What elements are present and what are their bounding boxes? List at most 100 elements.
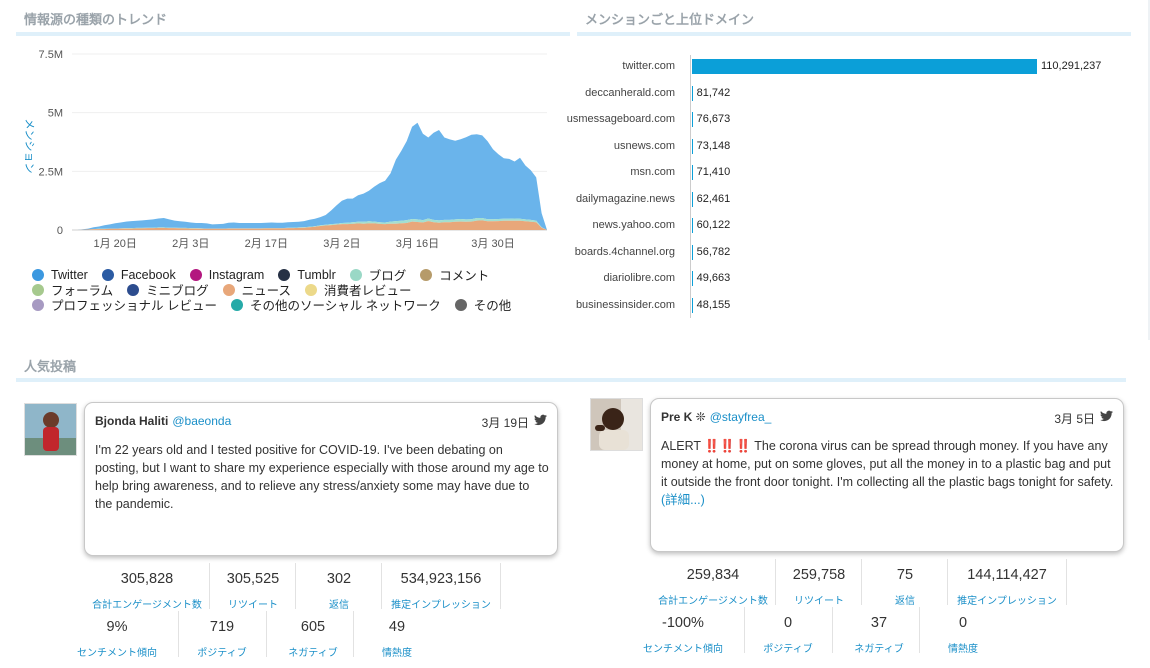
post-handle-link[interactable]: @stayfrea_: [710, 410, 772, 424]
domain-value-label: 48,155: [696, 298, 731, 311]
legend-item[interactable]: コメント: [420, 265, 489, 284]
domain-bar[interactable]: [692, 271, 693, 286]
post-stat-divider: [919, 607, 920, 653]
domain-row[interactable]: boards.4channel.org 56,782: [575, 240, 1135, 266]
domain-bar[interactable]: [692, 244, 693, 260]
domain-name: boards.4channel.org: [574, 245, 675, 258]
trend-panel-title: 情報源の種類のトレンド: [24, 12, 168, 27]
post-handle-link[interactable]: @baeonda: [172, 414, 231, 428]
domain-row[interactable]: usmessageboard.com 76,673: [567, 107, 1135, 133]
domain-bar[interactable]: [692, 165, 693, 180]
domain-bar[interactable]: [692, 138, 693, 154]
legend-item[interactable]: その他: [454, 295, 512, 314]
domains-panel-rule: [577, 32, 1131, 36]
domain-name: msn.com: [630, 166, 675, 178]
domain-bar[interactable]: [692, 85, 693, 101]
post-card[interactable]: Bjonda Haliti @baeonda 3月 19日 I'm 22 year…: [84, 402, 558, 556]
trend-x-tick-label: 2月 3日: [172, 238, 209, 250]
legend-dot-icon: [305, 283, 318, 296]
post-stat-divider: [947, 559, 948, 605]
post-stat-divider: [775, 559, 776, 605]
post-author: Bjonda Haliti @baeonda: [95, 414, 231, 428]
domain-row[interactable]: twitter.com 110,291,237: [575, 54, 1135, 80]
legend-row: プロフェッショナル レビュー その他のソーシャル ネットワーク その他: [32, 295, 552, 314]
legend-item[interactable]: その他のソーシャル ネットワーク: [230, 295, 441, 314]
legend-item[interactable]: プロフェッショナル レビュー: [32, 295, 217, 314]
legend-dot-icon: [278, 268, 291, 281]
post-stat-value: -100%: [662, 615, 704, 631]
post-stat-label: 合計エンゲージメント数: [658, 596, 768, 607]
domain-value-label: 76,673: [696, 113, 731, 125]
domain-row[interactable]: diariolibre.com 49,663: [575, 266, 1135, 292]
posts-panel-title: 人気投稿: [24, 359, 77, 374]
trend-series-Twitter[interactable]: [72, 122, 547, 230]
legend-dot-icon: [32, 298, 44, 311]
legend-label: その他: [473, 299, 512, 313]
post-date: 3月 19日: [481, 416, 529, 430]
post-stat-value: 9%: [106, 619, 128, 635]
post-stat: 144,114,427 推定インプレッション: [947, 567, 1067, 607]
domain-bar[interactable]: [692, 112, 693, 127]
post-stat-divider: [832, 607, 833, 653]
domain-row[interactable]: news.yahoo.com 60,122: [575, 213, 1135, 239]
domain-value-label: 73,148: [696, 139, 731, 152]
domain-row[interactable]: usnews.com 73,148: [575, 134, 1135, 160]
trend-y-tick-label: 7.5M: [39, 49, 63, 61]
trend-x-tick-label: 2月 17日: [245, 238, 288, 250]
post-author: Pre K ❊ @stayfrea_: [661, 410, 771, 424]
domain-bar[interactable]: [692, 191, 693, 207]
domain-name: usmessageboard.com: [566, 113, 675, 125]
legend-dot-icon: [32, 268, 44, 281]
trend-legend: Twitter Facebook Instagram Tumblr ブログ コメント フォー…: [32, 265, 552, 314]
trend-x-tick-label: 3月 2日: [323, 238, 360, 250]
domains-panel-title: メンションごと上位ドメイン: [585, 12, 755, 27]
post-stat-divider: [381, 563, 382, 609]
legend-dot-icon: [189, 268, 202, 281]
domain-value-label: 62,461: [696, 192, 731, 205]
post-body: ALERT ‼️‼️‼️ The corona virus can be spr…: [661, 439, 1114, 489]
domain-row[interactable]: deccanherald.com 81,742: [575, 81, 1135, 107]
domain-name: diariolibre.com: [603, 272, 675, 284]
legend-dot-icon: [454, 298, 467, 311]
post-stat: 534,923,156 推定インプレッション: [381, 571, 501, 611]
domain-bar[interactable]: [692, 218, 693, 233]
domain-value-label: 56,782: [696, 245, 731, 258]
post-stat: 305,828 合計エンゲージメント数: [87, 571, 207, 611]
post-date: 3月 5日: [1054, 412, 1095, 426]
domain-row[interactable]: dailymagazine.news 62,461: [575, 187, 1135, 213]
legend-label: プロフェッショナル レビュー: [51, 299, 217, 313]
legend-dot-icon: [349, 268, 362, 281]
domain-value-label: 81,742: [696, 86, 731, 99]
post-stat-divider: [500, 563, 501, 609]
post-avatar[interactable]: [590, 398, 643, 451]
post-stat-divider: [861, 559, 862, 605]
domain-name: dailymagazine.news: [575, 192, 675, 205]
post-stat-value: 305,828: [120, 571, 174, 587]
domain-bar[interactable]: [692, 297, 693, 313]
post-stat-label: 情熱度: [382, 648, 412, 659]
post-stat: 0 情熱度: [903, 615, 1023, 655]
post-stat: 9% センチメント傾向: [57, 619, 177, 659]
read-more-link[interactable]: (詳細...): [661, 493, 705, 507]
domain-bar[interactable]: [692, 59, 1037, 74]
trend-y-tick-label: 2.5M: [39, 166, 63, 178]
post-card[interactable]: Pre K ❊ @stayfrea_ 3月 5日 ALERT ‼️‼️‼️ The…: [650, 398, 1124, 552]
post-stat-label: センチメント傾向: [77, 648, 157, 659]
post-stat-divider: [1066, 559, 1067, 605]
post-stat-divider: [744, 607, 745, 653]
legend-dot-icon: [32, 283, 44, 296]
domain-row[interactable]: msn.com 71,410: [575, 160, 1135, 186]
trend-area-chart[interactable]: 7.5M 5M 2.5M 0 1月 20日 2月 3日 2月 17日 3月 2日 3月 16日…: [0, 36, 570, 264]
legend-label: その他のソーシャル ネットワーク: [249, 299, 441, 313]
post-stat-value: 534,923,156: [400, 571, 482, 587]
trend-y-tick-label: 0: [57, 225, 63, 237]
post-body: I'm 22 years old and I tested positive f…: [95, 443, 549, 511]
domain-name: twitter.com: [622, 60, 675, 72]
post-author-name: Pre K ❊: [661, 410, 706, 424]
domain-row[interactable]: businessinsider.com 48,155: [575, 293, 1135, 319]
domain-name: businessinsider.com: [575, 298, 675, 311]
post-avatar[interactable]: [24, 403, 77, 456]
domain-value-label: 110,291,237: [1041, 60, 1102, 72]
trend-x-tick-label: 3月 16日: [396, 238, 439, 250]
domain-value-label: 49,663: [696, 272, 731, 284]
